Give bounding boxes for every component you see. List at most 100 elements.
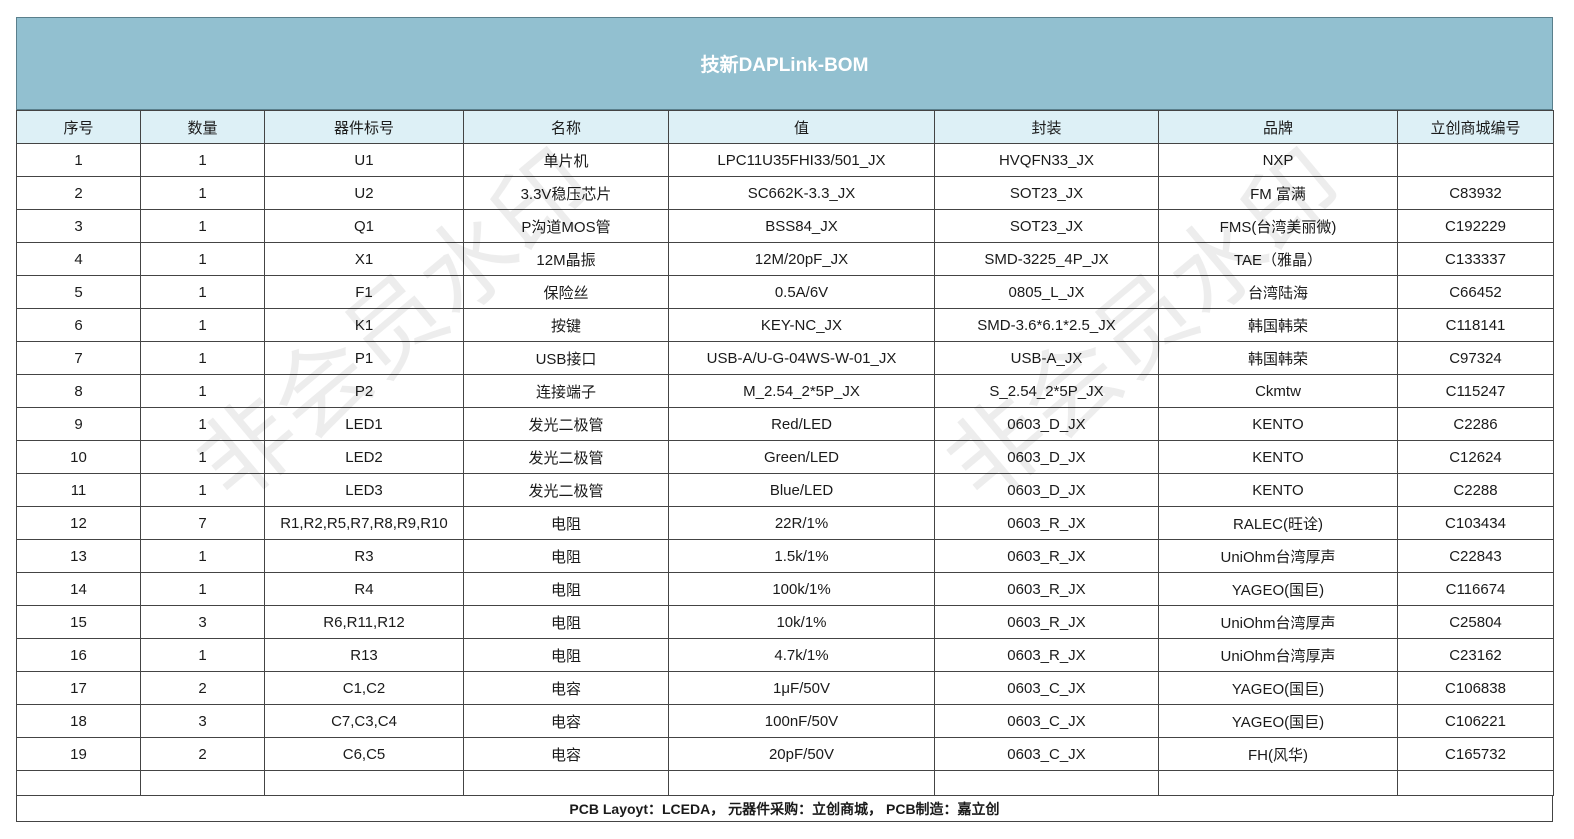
table-row: 9 1 LED1 发光二极管 Red/LED 0603_D_JX KENTO C2286 (16, 407, 1554, 441)
bom-sheet: 技新DAPLink-BOM 序号 数量 器件标号 名称 值 封装 品牌 立创商城… (16, 17, 1554, 822)
column-header: 品牌 (1158, 110, 1398, 144)
table-cell: 1 (140, 308, 265, 342)
table-cell: UniOhm台湾厚声 (1158, 638, 1398, 672)
table-row: 17 2 C1,C2 电容 1μF/50V 0603_C_JX YAGEO(国巨) C1068… (16, 671, 1554, 705)
table-cell: 1 (140, 275, 265, 309)
table-cell: 1 (140, 176, 265, 210)
table-cell: KENTO (1158, 407, 1398, 441)
table-cell: 3 (16, 209, 141, 243)
table-cell: 台湾陆海 (1158, 275, 1398, 309)
table-cell: Red/LED (668, 407, 935, 441)
table-cell: 电容 (463, 704, 669, 738)
table-cell: LED3 (264, 473, 464, 507)
table-cell: C7,C3,C4 (264, 704, 464, 738)
table-cell: C6,C5 (264, 737, 464, 771)
table-row: 12 7 R1,R2,R5,R7,R8,R9,R10 电阻 22R/1% 0603_R_J… (16, 506, 1554, 540)
table-cell: FM 富满 (1158, 176, 1398, 210)
table-cell: 1.5k/1% (668, 539, 935, 573)
table-cell: 1 (140, 473, 265, 507)
table-cell: 16 (16, 638, 141, 672)
table-cell: 22R/1% (668, 506, 935, 540)
table-cell: 0603_C_JX (934, 737, 1159, 771)
table-row: 13 1 R3 电阻 1.5k/1% 0603_R_JX UniOhm台湾厚声 C22843 (16, 539, 1554, 573)
table-cell: LED1 (264, 407, 464, 441)
table-cell: 0603_R_JX (934, 638, 1159, 672)
table-cell: KENTO (1158, 473, 1398, 507)
table-cell: YAGEO(国巨) (1158, 572, 1398, 606)
table-cell: SMD-3225_4P_JX (934, 242, 1159, 276)
table-row: 4 1 X1 12M晶振 12M/20pF_JX SMD-3225_4P_JX TAE（雅晶… (16, 242, 1554, 276)
table-cell: 0.5A/6V (668, 275, 935, 309)
table-cell: F1 (264, 275, 464, 309)
table-cell: 13 (16, 539, 141, 573)
table-cell: 3 (140, 704, 265, 738)
table-cell: FH(风华) (1158, 737, 1398, 771)
table-cell (1158, 770, 1398, 796)
table-cell: 2 (140, 737, 265, 771)
table-cell: C22843 (1397, 539, 1554, 573)
table-cell: 7 (140, 506, 265, 540)
table-cell: 1μF/50V (668, 671, 935, 705)
table-cell: C23162 (1397, 638, 1554, 672)
table-cell: 4 (16, 242, 141, 276)
column-header: 值 (668, 110, 935, 144)
column-header: 数量 (140, 110, 265, 144)
table-cell: 8 (16, 374, 141, 408)
table-cell: 1 (140, 209, 265, 243)
table-cell: 12M/20pF_JX (668, 242, 935, 276)
table-cell: 0603_R_JX (934, 539, 1159, 573)
table-row: 15 3 R6,R11,R12 电阻 10k/1% 0603_R_JX UniOhm台湾厚声… (16, 605, 1554, 639)
table-cell (934, 770, 1159, 796)
table-cell: 电阻 (463, 605, 669, 639)
footer-note: PCB Layoyt：LCEDA， 元器件采购：立创商城， PCB制造：嘉立创 (16, 796, 1553, 822)
table-cell: 3.3V稳压芯片 (463, 176, 669, 210)
table-cell: LPC11U35FHI33/501_JX (668, 143, 935, 177)
table-cell: C165732 (1397, 737, 1554, 771)
table-cell (264, 770, 464, 796)
table-cell: 电容 (463, 671, 669, 705)
table-row: 3 1 Q1 P沟道MOS管 BSS84_JX SOT23_JX FMS(台湾美丽微) C19… (16, 209, 1554, 243)
column-header: 封装 (934, 110, 1159, 144)
table-cell: K1 (264, 308, 464, 342)
table-cell: 5 (16, 275, 141, 309)
table-row: 8 1 P2 连接端子 M_2.54_2*5P_JX S_2.54_2*5P_JX Ckmt… (16, 374, 1554, 408)
column-header: 器件标号 (264, 110, 464, 144)
table-cell: 1 (140, 572, 265, 606)
table-cell: 0603_C_JX (934, 671, 1159, 705)
table-cell: UniOhm台湾厚声 (1158, 539, 1398, 573)
table-cell: 100nF/50V (668, 704, 935, 738)
table-cell: C25804 (1397, 605, 1554, 639)
table-cell: 14 (16, 572, 141, 606)
bom-table: 序号 数量 器件标号 名称 值 封装 品牌 立创商城编号 1 1 U1 单片机 LPC1… (16, 110, 1554, 796)
table-cell: KENTO (1158, 440, 1398, 474)
table-cell: 电阻 (463, 539, 669, 573)
table-cell: Green/LED (668, 440, 935, 474)
table-cell: R3 (264, 539, 464, 573)
table-cell: SOT23_JX (934, 209, 1159, 243)
table-cell: SMD-3.6*6.1*2.5_JX (934, 308, 1159, 342)
table-cell: X1 (264, 242, 464, 276)
table-row: 10 1 LED2 发光二极管 Green/LED 0603_D_JX KENTO C1262… (16, 440, 1554, 474)
table-cell: UniOhm台湾厚声 (1158, 605, 1398, 639)
header-row: 序号 数量 器件标号 名称 值 封装 品牌 立创商城编号 (16, 110, 1554, 144)
table-cell: 电容 (463, 737, 669, 771)
table-row: 7 1 P1 USB接口 USB-A/U-G-04WS-W-01_JX USB-A_JX 韩… (16, 341, 1554, 375)
table-cell: C118141 (1397, 308, 1554, 342)
table-cell: USB接口 (463, 341, 669, 375)
column-header: 序号 (16, 110, 141, 144)
table-cell: 11 (16, 473, 141, 507)
table-cell: 19 (16, 737, 141, 771)
table-row: 2 1 U2 3.3V稳压芯片 SC662K-3.3_JX SOT23_JX FM 富满 C8… (16, 176, 1554, 210)
table-cell (1397, 770, 1554, 796)
table-cell: 电阻 (463, 572, 669, 606)
table-cell: 1 (140, 440, 265, 474)
table-row: 11 1 LED3 发光二极管 Blue/LED 0603_D_JX KENTO C2288 (16, 473, 1554, 507)
table-cell: Ckmtw (1158, 374, 1398, 408)
table-cell (463, 770, 669, 796)
table-cell: 1 (140, 143, 265, 177)
table-cell: C192229 (1397, 209, 1554, 243)
table-cell: BSS84_JX (668, 209, 935, 243)
table-cell: RALEC(旺诠) (1158, 506, 1398, 540)
table-cell: 2 (16, 176, 141, 210)
table-cell: 0603_R_JX (934, 605, 1159, 639)
